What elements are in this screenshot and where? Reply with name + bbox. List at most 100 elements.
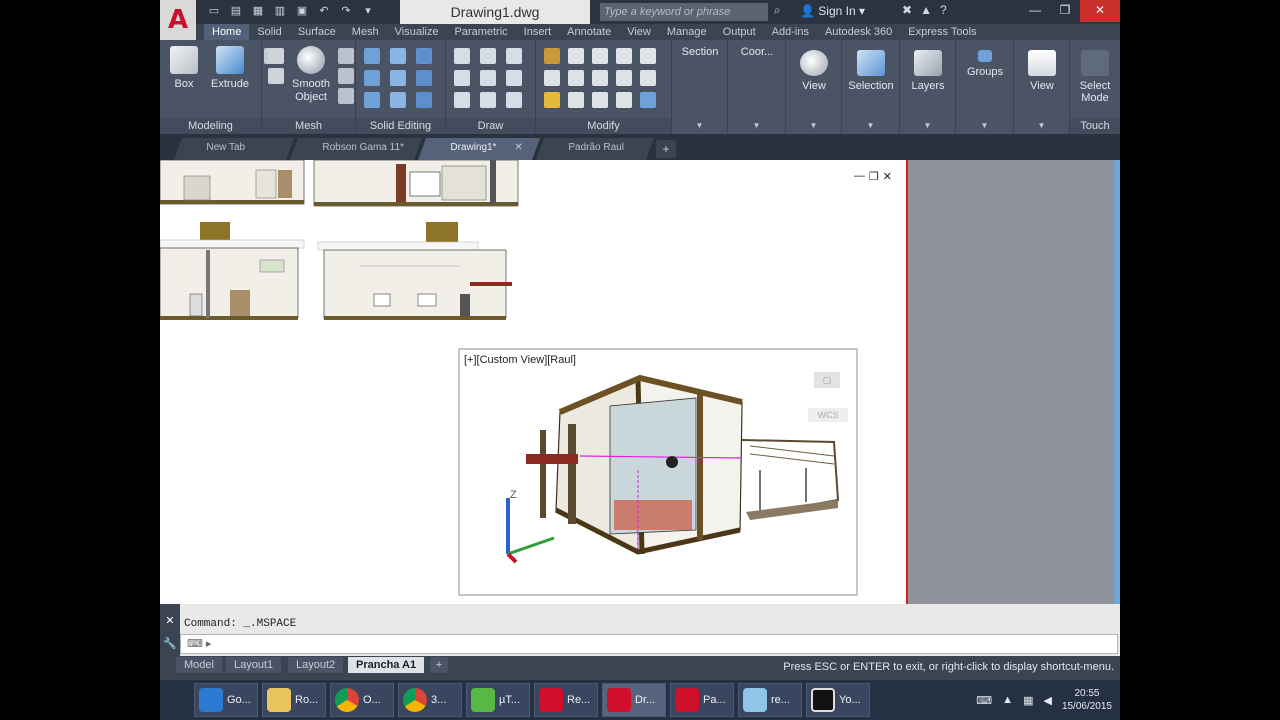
tab-surface[interactable]: Surface	[290, 24, 344, 40]
clock[interactable]: 20:55 15/06/2015	[1062, 687, 1112, 713]
view-button[interactable]: View	[787, 46, 841, 92]
panel-label-modify[interactable]: Modify	[536, 120, 671, 132]
layout-tab-layout2[interactable]: Layout2	[288, 657, 344, 673]
array-icon[interactable]	[640, 48, 656, 64]
mesh-tool-icon[interactable]	[338, 48, 354, 64]
tab-mesh[interactable]: Mesh	[344, 24, 387, 40]
layout-tab-model[interactable]: Model	[176, 657, 222, 673]
erase-icon[interactable]	[568, 92, 584, 108]
new-layout-button[interactable]: +	[430, 657, 448, 673]
move-icon[interactable]	[568, 48, 584, 64]
polyline-icon[interactable]	[454, 48, 470, 64]
tab-view[interactable]: View	[619, 24, 659, 40]
file-tab-robson-gama[interactable]: Robson Gama 11*	[289, 138, 423, 160]
align-icon[interactable]	[616, 92, 632, 108]
exchange-icon[interactable]: ✖	[902, 3, 912, 17]
keyboard-icon[interactable]: ⌨	[976, 694, 992, 707]
layout-viewport[interactable]: [+][Custom View][Raul] ▢ WCS Z	[458, 348, 858, 596]
panel-label-draw[interactable]: Draw	[446, 120, 535, 132]
taskbar-item-explorer[interactable]: Ro...	[262, 683, 326, 717]
panel-label-modeling[interactable]: Modeling	[160, 120, 261, 132]
layout-tab-prancha-a1[interactable]: Prancha A1	[348, 657, 425, 673]
plot-icon[interactable]: ▣	[294, 3, 310, 19]
chevron-down-icon[interactable]: ▼	[956, 121, 1013, 130]
spline-icon[interactable]	[454, 70, 470, 86]
command-input[interactable]: ⌨ ▸	[180, 634, 1118, 654]
chevron-down-icon[interactable]: ▼	[842, 121, 899, 130]
tab-solid[interactable]: Solid	[249, 24, 289, 40]
union-icon[interactable]	[364, 48, 380, 64]
help-icon[interactable]: ?	[940, 3, 947, 17]
taskbar-item-autocad-2[interactable]: Dr...	[602, 683, 666, 717]
command-line-handle[interactable]: ✕ 🔧	[160, 604, 180, 656]
close-tab-icon[interactable]: ✕	[515, 138, 523, 158]
redo-icon[interactable]: ↷	[338, 3, 354, 19]
intersect-icon[interactable]	[416, 48, 432, 64]
chevron-down-icon[interactable]: ▼	[900, 121, 955, 130]
trim-icon[interactable]	[544, 48, 560, 64]
file-tab-drawing1[interactable]: Drawing1* ✕	[417, 138, 541, 160]
panel-label-mesh[interactable]: Mesh	[262, 120, 355, 132]
taskbar-item-chrome-1[interactable]: O...	[330, 683, 394, 717]
binoculars-icon[interactable]: ⌕	[774, 3, 790, 21]
panel-label-solid-editing[interactable]: Solid Editing	[356, 120, 445, 132]
minimize-icon[interactable]: —	[1020, 0, 1050, 22]
taskbar-item-youtube[interactable]: Yo...	[806, 683, 870, 717]
circle-icon[interactable]	[506, 70, 522, 86]
tab-express-tools[interactable]: Express Tools	[900, 24, 984, 40]
mesh-tool-icon[interactable]	[338, 88, 354, 104]
taskbar-item-autocad-1[interactable]: Re...	[534, 683, 598, 717]
panel-label-touch[interactable]: Touch	[1070, 120, 1120, 132]
drawing-canvas[interactable]: — ❐ ✕ [+][Custom View][Raul] ▢ WCS Z	[160, 159, 906, 604]
chamfer-icon[interactable]	[592, 92, 608, 108]
taskbar-item-utorrent[interactable]: µT...	[466, 683, 530, 717]
selection-button[interactable]: Selection	[844, 46, 898, 92]
rotate-icon[interactable]	[568, 70, 584, 86]
restore-icon[interactable]: ❐	[869, 170, 879, 183]
arc-icon[interactable]	[506, 48, 522, 64]
tray-up-arrow-icon[interactable]: ▲	[1002, 694, 1013, 706]
extrude-button[interactable]: Extrude	[208, 46, 252, 91]
save-icon[interactable]: ▦	[250, 3, 266, 19]
chevron-down-icon[interactable]: ▼	[786, 121, 841, 130]
restore-icon[interactable]: ❐	[1050, 0, 1080, 22]
tool-icon[interactable]	[268, 48, 284, 64]
box-button[interactable]: Box	[162, 46, 206, 91]
explode-icon[interactable]	[592, 70, 608, 86]
interfere-icon[interactable]	[390, 70, 406, 86]
taskbar-item-recorder[interactable]: re...	[738, 683, 802, 717]
tab-home[interactable]: Home	[204, 24, 250, 40]
stretch-icon[interactable]	[616, 70, 632, 86]
tab-parametric[interactable]: Parametric	[446, 24, 515, 40]
shell-icon[interactable]	[416, 70, 432, 86]
rectangle-icon[interactable]	[480, 92, 496, 108]
groups-button[interactable]: Groups	[958, 46, 1012, 78]
network-icon[interactable]: ▦	[1023, 694, 1033, 707]
file-tab-padrao-raul[interactable]: Padrão Raul	[535, 138, 655, 160]
tab-visualize[interactable]: Visualize	[387, 24, 447, 40]
search-input[interactable]: Type a keyword or phrase	[600, 3, 768, 21]
copy-icon[interactable]	[592, 48, 608, 64]
close-icon[interactable]: ✕	[160, 614, 180, 627]
tab-autodesk-360[interactable]: Autodesk 360	[817, 24, 900, 40]
point-icon[interactable]	[454, 92, 470, 108]
smooth-object-button[interactable]: Smooth Object	[286, 46, 336, 104]
extract-edges-icon[interactable]	[364, 92, 380, 108]
save-as-icon[interactable]: ▥	[272, 3, 288, 19]
minimize-icon[interactable]: —	[854, 170, 865, 183]
offset-icon[interactable]	[544, 92, 560, 108]
volume-icon[interactable]: ◀	[1043, 694, 1051, 707]
chevron-down-icon[interactable]: ▼	[728, 121, 785, 130]
tab-output[interactable]: Output	[715, 24, 764, 40]
ellipse-icon[interactable]	[506, 92, 522, 108]
chevron-down-icon[interactable]: ▼	[672, 121, 727, 130]
tab-manage[interactable]: Manage	[659, 24, 715, 40]
taskbar-item-autocad-3[interactable]: Pa...	[670, 683, 734, 717]
close-icon[interactable]: ✕	[1080, 0, 1120, 22]
open-icon[interactable]: ▤	[228, 3, 244, 19]
file-tab-new-tab[interactable]: New Tab	[173, 138, 295, 160]
undo-icon[interactable]: ↶	[316, 3, 332, 19]
taskbar-item-chrome-2[interactable]: 3...	[398, 683, 462, 717]
new-file-tab-button[interactable]: +	[656, 140, 676, 158]
a360-icon[interactable]: ▲	[920, 3, 932, 17]
